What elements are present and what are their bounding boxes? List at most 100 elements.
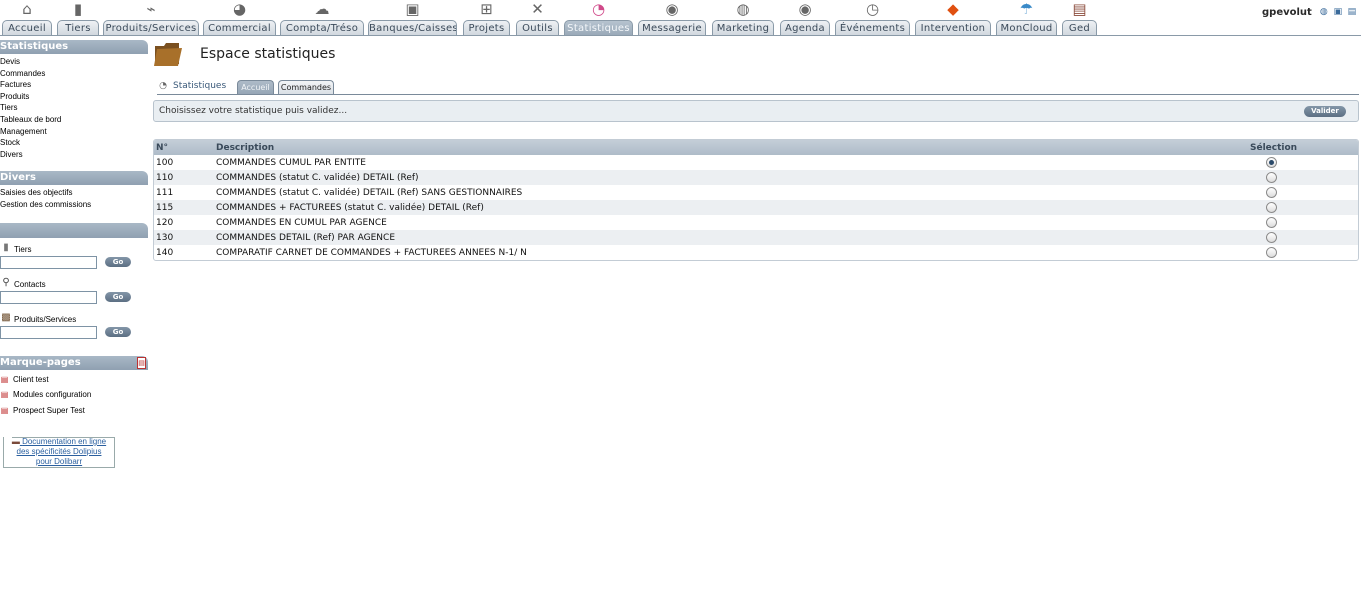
search-products-text: Produits/Services — [14, 314, 77, 324]
tab-label: Marketing — [712, 20, 774, 36]
tab-agenda[interactable]: ◉ Agenda — [780, 0, 830, 36]
lock-icon[interactable]: ▣ — [1333, 7, 1343, 17]
printer-icon[interactable]: ▤ — [1347, 7, 1357, 17]
building-icon: ▮ — [3, 242, 9, 254]
products-icon: ⌁ — [146, 0, 156, 18]
statistics-icon: ◔ — [591, 0, 606, 18]
search-contacts-input[interactable] — [0, 290, 97, 304]
tab-projets[interactable]: ⊞ Projets — [463, 0, 510, 36]
sidebar-item-factures[interactable]: Factures — [0, 79, 148, 91]
table-row[interactable]: 100 COMMANDES CUMUL PAR ENTITE — [154, 155, 1358, 170]
tab-label: Compta/Tréso — [280, 20, 364, 36]
section-label-text: Statistiques — [173, 81, 227, 91]
tab-messagerie[interactable]: ◉ Messagerie — [638, 0, 706, 36]
tab-tiers[interactable]: ▮ Tiers — [57, 0, 99, 36]
search-products-input[interactable] — [0, 325, 97, 339]
divers-block-header: Divers — [0, 171, 148, 186]
mail-icon: ◉ — [665, 0, 679, 18]
row-num: 120 — [156, 217, 174, 228]
tab-produits-services[interactable]: ⌁ Produits/Services — [103, 0, 199, 36]
tools-icon: ✕ — [531, 0, 544, 18]
stats-table: N° Description Sélection 100 COMMANDES C… — [153, 139, 1359, 261]
selection-radio[interactable] — [1266, 187, 1277, 198]
bookmarks-title: Marque-pages — [0, 356, 81, 368]
search-products-go-button[interactable]: Go — [105, 327, 131, 338]
search-tiers-text: Tiers — [14, 244, 32, 254]
tab-label: Intervention — [915, 20, 991, 36]
tab-marketing[interactable]: ◍ Marketing — [712, 0, 774, 36]
ged-icon: ▤ — [1072, 0, 1087, 18]
tab-label: Commercial — [203, 20, 276, 36]
tab-intervention[interactable]: ◆ Intervention — [915, 0, 991, 36]
bookmark-item[interactable]: ▤ Prospect Super Test — [0, 403, 148, 419]
table-row[interactable]: 111 COMMANDES (statut C. validée) DETAIL… — [154, 185, 1358, 200]
tab-label: Événements — [835, 20, 910, 36]
box-icon: ▩ — [1, 312, 11, 324]
tab-commercial[interactable]: ◕ Commercial — [203, 0, 276, 36]
row-description: COMMANDES + FACTUREES (statut C. validée… — [216, 202, 484, 213]
search-block-header — [0, 222, 148, 238]
subtab-accueil[interactable]: Accueil — [237, 80, 274, 95]
tab-accueil[interactable]: ⌂ Accueil — [2, 0, 52, 36]
events-icon: ◷ — [865, 0, 880, 18]
table-row[interactable]: 110 COMMANDES (statut C. validée) DETAIL… — [154, 170, 1358, 185]
tab-outils[interactable]: ✕ Outils — [516, 0, 559, 36]
search-tiers-go-button[interactable]: Go — [105, 257, 131, 268]
bookmark-item[interactable]: ▤ Client test — [0, 372, 148, 388]
table-row[interactable]: 130 COMMANDES DETAIL (Ref) PAR AGENCE — [154, 230, 1358, 245]
tab-label: MonCloud — [996, 20, 1057, 36]
search-products: ▩ Produits/Services Go — [0, 312, 148, 339]
sidebar-item-stock[interactable]: Stock — [0, 137, 148, 149]
table-row[interactable]: 120 COMMANDES EN CUMUL PAR AGENCE — [154, 215, 1358, 230]
user-name[interactable]: gpevolut — [1262, 7, 1312, 18]
tab-statistiques[interactable]: ◔ Statistiques — [564, 0, 633, 36]
section-label: ◔ Statistiques — [157, 80, 226, 92]
sidebar-item-tableaux-de-bord[interactable]: Tableaux de bord — [0, 114, 148, 126]
subtab-commandes[interactable]: Commandes — [278, 80, 334, 95]
tab-ged[interactable]: ▤ Ged — [1062, 0, 1097, 36]
home-icon: ⌂ — [22, 0, 32, 18]
documentation-link[interactable]: ▬ Documentation en ligne des spécificité… — [3, 437, 115, 468]
selection-radio[interactable] — [1266, 202, 1277, 213]
table-row[interactable]: 115 COMMANDES + FACTUREES (statut C. val… — [154, 200, 1358, 215]
folder-icon — [154, 43, 182, 66]
tab-compta-treso[interactable]: ☁ Compta/Tréso — [280, 0, 364, 36]
selection-radio[interactable] — [1266, 232, 1277, 243]
selection-radio[interactable] — [1266, 247, 1277, 258]
selection-radio[interactable] — [1266, 157, 1277, 168]
row-num: 100 — [156, 157, 174, 168]
sidebar-item-saisies-objectifs[interactable]: Saisies des objectifs — [0, 187, 148, 199]
add-bookmark-icon[interactable]: ▤ — [137, 356, 146, 369]
marketing-icon: ◍ — [736, 0, 750, 18]
sidebar-item-management[interactable]: Management — [0, 126, 148, 138]
valider-button[interactable]: Valider — [1304, 105, 1346, 117]
tab-label: Outils — [516, 20, 559, 36]
sidebar-item-gestion-commissions[interactable]: Gestion des commissions — [0, 199, 148, 211]
tab-label: Ged — [1062, 20, 1097, 36]
search-tiers-input[interactable] — [0, 255, 97, 269]
sidebar-item-commandes[interactable]: Commandes — [0, 68, 148, 80]
row-description: COMMANDES (statut C. validée) DETAIL (Re… — [216, 172, 419, 183]
sidebar-item-devis[interactable]: Devis — [0, 56, 148, 68]
bookmark-item[interactable]: ▤ Modules configuration — [0, 387, 148, 403]
row-description: COMMANDES EN CUMUL PAR AGENCE — [216, 217, 387, 228]
tab-label: Accueil — [2, 20, 52, 36]
sidebar-item-produits[interactable]: Produits — [0, 91, 148, 103]
tab-evenements[interactable]: ◷ Événements — [835, 0, 910, 36]
selection-radio[interactable] — [1266, 217, 1277, 228]
sidebar-item-divers[interactable]: Divers — [0, 149, 148, 161]
doc-link-line3: pour Dolibarr — [35, 457, 83, 466]
subtabs-baseline — [157, 94, 1359, 95]
tab-banques-caisses[interactable]: ▣ Banques/Caisses — [368, 0, 457, 36]
sidebar-item-tiers[interactable]: Tiers — [0, 102, 148, 114]
search-contacts-label: ⚲ Contacts — [0, 277, 148, 289]
row-num: 140 — [156, 247, 174, 258]
tab-label: Statistiques — [564, 20, 633, 36]
table-row[interactable]: 140 COMPARATIF CARNET DE COMMANDES + FAC… — [154, 245, 1358, 260]
selection-radio[interactable] — [1266, 172, 1277, 183]
search-contacts-go-button[interactable]: Go — [105, 292, 131, 303]
book-icon: ▬ — [11, 437, 20, 446]
globe-icon[interactable]: ◍ — [1319, 7, 1329, 17]
tab-moncloud[interactable]: ☂ MonCloud — [996, 0, 1057, 36]
cloud-icon: ☂ — [1019, 0, 1034, 18]
